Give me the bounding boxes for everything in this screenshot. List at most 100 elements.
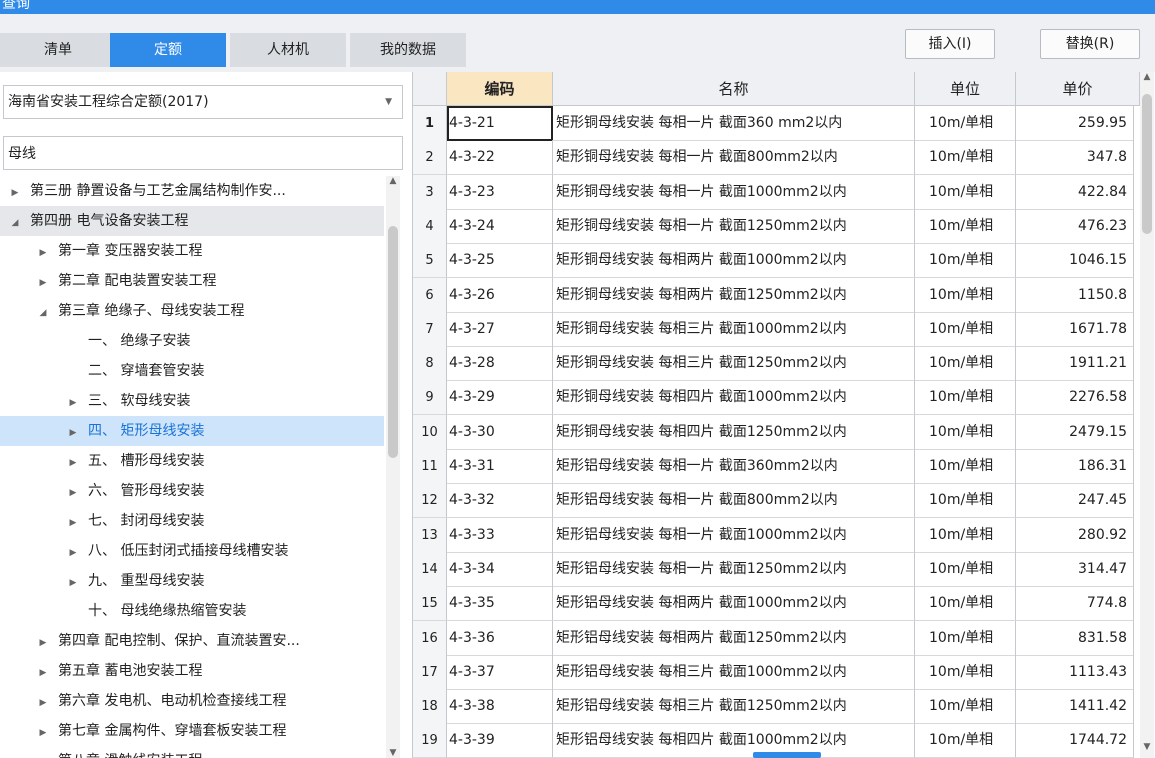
tree-item[interactable]: ▶ 第八章 滑触线安装工程	[0, 746, 384, 758]
name-cell[interactable]: 矩形铜母线安装 每相一片 截面360 mm2以内	[553, 106, 915, 141]
price-cell[interactable]: 314.47	[1016, 551, 1134, 587]
triangle-right-icon[interactable]: ▶	[66, 538, 80, 566]
unit-cell[interactable]: 10m/单相	[915, 346, 1016, 382]
name-cell[interactable]: 矩形铝母线安装 每相一片 截面1000mm2以内	[553, 517, 915, 553]
code-column-header[interactable]: 编码	[447, 72, 553, 106]
triangle-right-icon[interactable]: ▶	[66, 388, 80, 416]
triangle-right-icon[interactable]: ▶	[36, 628, 50, 656]
tree-item[interactable]: ▶ 第七章 金属构件、穿墙套板安装工程	[0, 716, 384, 746]
code-cell[interactable]: 4-3-31	[447, 449, 553, 484]
tree-item[interactable]: ▶ 第三册 静置设备与工艺金属结构制作安...	[0, 176, 384, 206]
tree-item[interactable]: ▶ 六、 管形母线安装	[0, 476, 384, 506]
table-row[interactable]: 7 4-3-27 矩形铜母线安装 每相三片 截面1000mm2以内 10m/单相 167…	[413, 311, 1140, 347]
unit-cell[interactable]: 10m/单相	[915, 449, 1016, 484]
unit-cell[interactable]: 10m/单相	[915, 174, 1016, 210]
price-cell[interactable]: 1671.78	[1016, 311, 1134, 347]
code-cell[interactable]: 4-3-28	[447, 346, 553, 382]
code-cell[interactable]: 4-3-34	[447, 551, 553, 587]
table-row[interactable]: 11 4-3-31 矩形铝母线安装 每相一片 截面360mm2以内 10m/单相 186…	[413, 449, 1140, 484]
name-cell[interactable]: 矩形铜母线安装 每相两片 截面1000mm2以内	[553, 243, 915, 279]
triangle-right-icon[interactable]: ▶	[36, 748, 50, 758]
triangle-right-icon[interactable]: ▶	[66, 418, 80, 446]
tree-item[interactable]: ▶ 三、 软母线安装	[0, 386, 384, 416]
name-cell[interactable]: 矩形铝母线安装 每相一片 截面360mm2以内	[553, 449, 915, 484]
unit-cell[interactable]: 10m/单相	[915, 208, 1016, 244]
name-cell[interactable]: 矩形铜母线安装 每相四片 截面1000mm2以内	[553, 380, 915, 416]
table-scrollbar[interactable]: ▲ ▼	[1140, 72, 1154, 758]
tree-item[interactable]: ▶ 四、 矩形母线安装	[0, 416, 384, 446]
table-row[interactable]: 14 4-3-34 矩形铝母线安装 每相一片 截面1250mm2以内 10m/单相 31…	[413, 551, 1140, 587]
price-column-header[interactable]: 单价	[1016, 72, 1140, 106]
tree-item[interactable]: 二、 穿墙套管安装	[0, 356, 384, 386]
name-cell[interactable]: 矩形铜母线安装 每相四片 截面1250mm2以内	[553, 414, 915, 450]
unit-cell[interactable]: 10m/单相	[915, 243, 1016, 279]
code-cell[interactable]: 4-3-37	[447, 654, 553, 690]
tree-item[interactable]: ▶ 八、 低压封闭式插接母线槽安装	[0, 536, 384, 566]
unit-cell[interactable]: 10m/单相	[915, 311, 1016, 347]
triangle-down-icon[interactable]: ◢	[8, 208, 22, 236]
name-cell[interactable]: 矩形铜母线安装 每相一片 截面1000mm2以内	[553, 174, 915, 210]
price-cell[interactable]: 1911.21	[1016, 346, 1134, 382]
table-row[interactable]: 17 4-3-37 矩形铝母线安装 每相三片 截面1000mm2以内 10m/单相 11…	[413, 654, 1140, 690]
code-cell[interactable]: 4-3-30	[447, 414, 553, 450]
unit-cell[interactable]: 10m/单相	[915, 517, 1016, 553]
price-cell[interactable]: 774.8	[1016, 586, 1134, 622]
table-row[interactable]: 15 4-3-35 矩形铝母线安装 每相两片 截面1000mm2以内 10m/单相 77…	[413, 586, 1140, 622]
tree-item[interactable]: 十、 母线绝缘热缩管安装	[0, 596, 384, 626]
name-cell[interactable]: 矩形铝母线安装 每相三片 截面1000mm2以内	[553, 654, 915, 690]
price-cell[interactable]: 1150.8	[1016, 277, 1134, 313]
price-cell[interactable]: 280.92	[1016, 517, 1134, 553]
code-cell[interactable]: 4-3-33	[447, 517, 553, 553]
code-cell[interactable]: 4-3-35	[447, 586, 553, 622]
tree-item[interactable]: ▶ 第五章 蓄电池安装工程	[0, 656, 384, 686]
triangle-down-icon[interactable]: ◢	[36, 298, 50, 326]
unit-cell[interactable]: 10m/单相	[915, 483, 1016, 519]
code-cell[interactable]: 4-3-38	[447, 689, 553, 725]
code-cell[interactable]: 4-3-26	[447, 277, 553, 313]
tree-item[interactable]: ▶ 九、 重型母线安装	[0, 566, 384, 596]
unit-cell[interactable]: 10m/单相	[915, 620, 1016, 656]
tree-item[interactable]: 一、 绝缘子安装	[0, 326, 384, 356]
price-cell[interactable]: 247.45	[1016, 483, 1134, 519]
price-cell[interactable]: 2276.58	[1016, 380, 1134, 416]
scroll-down-icon[interactable]: ▼	[386, 748, 400, 758]
table-row[interactable]: 12 4-3-32 矩形铝母线安装 每相一片 截面800mm2以内 10m/单相 247…	[413, 483, 1140, 519]
tree-item[interactable]: ▶ 第二章 配电装置安装工程	[0, 266, 384, 296]
unit-cell[interactable]: 10m/单相	[915, 689, 1016, 725]
name-cell[interactable]: 矩形铝母线安装 每相一片 截面800mm2以内	[553, 483, 915, 519]
triangle-right-icon[interactable]: ▶	[36, 658, 50, 686]
code-cell[interactable]: 4-3-24	[447, 208, 553, 244]
unit-cell[interactable]: 10m/单相	[915, 551, 1016, 587]
price-cell[interactable]: 347.8	[1016, 140, 1134, 176]
code-cell[interactable]: 4-3-39	[447, 723, 553, 758]
tree-item[interactable]: ▶ 五、 槽形母线安装	[0, 446, 384, 476]
search-input[interactable]	[3, 136, 403, 170]
scroll-up-icon[interactable]: ▲	[1140, 72, 1154, 82]
code-cell[interactable]: 4-3-25	[447, 243, 553, 279]
name-cell[interactable]: 矩形铝母线安装 每相一片 截面1250mm2以内	[553, 551, 915, 587]
quota-library-select[interactable]: 海南省安装工程综合定额(2017) ▼	[3, 85, 403, 119]
unit-column-header[interactable]: 单位	[915, 72, 1016, 106]
unit-cell[interactable]: 10m/单相	[915, 277, 1016, 313]
table-row[interactable]: 9 4-3-29 矩形铜母线安装 每相四片 截面1000mm2以内 10m/单相 227…	[413, 380, 1140, 416]
code-cell[interactable]: 4-3-22	[447, 140, 553, 176]
name-cell[interactable]: 矩形铜母线安装 每相一片 截面800mm2以内	[553, 140, 915, 176]
table-row[interactable]: 8 4-3-28 矩形铜母线安装 每相三片 截面1250mm2以内 10m/单相 191…	[413, 346, 1140, 382]
price-cell[interactable]: 1411.42	[1016, 689, 1134, 725]
tab-my-data[interactable]: 我的数据	[350, 33, 466, 67]
unit-cell[interactable]: 10m/单相	[915, 106, 1016, 141]
tree-item[interactable]: ▶ 七、 封闭母线安装	[0, 506, 384, 536]
table-row[interactable]: 3 4-3-23 矩形铜母线安装 每相一片 截面1000mm2以内 10m/单相 422…	[413, 174, 1140, 210]
code-cell[interactable]: 4-3-36	[447, 620, 553, 656]
tree-item[interactable]: ▶ 第六章 发电机、电动机检查接线工程	[0, 686, 384, 716]
price-cell[interactable]: 259.95	[1016, 106, 1134, 141]
tree-item[interactable]: ◢ 第四册 电气设备安装工程	[0, 206, 384, 236]
unit-cell[interactable]: 10m/单相	[915, 414, 1016, 450]
triangle-right-icon[interactable]: ▶	[66, 478, 80, 506]
triangle-right-icon[interactable]: ▶	[36, 268, 50, 296]
code-cell[interactable]: 4-3-21	[447, 106, 553, 141]
scroll-up-icon[interactable]: ▲	[386, 176, 400, 186]
table-row[interactable]: 6 4-3-26 矩形铜母线安装 每相两片 截面1250mm2以内 10m/单相 115…	[413, 277, 1140, 313]
price-cell[interactable]: 186.31	[1016, 449, 1134, 484]
tab-bill[interactable]: 清单	[0, 33, 116, 67]
